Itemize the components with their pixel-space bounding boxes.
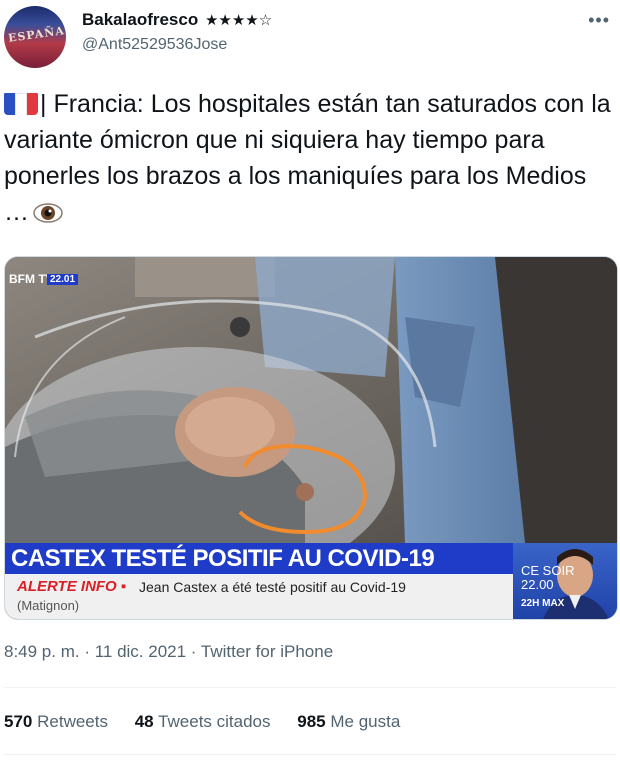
tweet-body: | Francia: Los hospitales están tan satu… bbox=[4, 90, 611, 226]
tweet-text: | Francia: Los hospitales están tan satu… bbox=[4, 86, 614, 230]
avatar[interactable]: ESPAÑA bbox=[4, 6, 66, 68]
promo-line-2: 22.00 bbox=[521, 577, 554, 592]
tweet-media-image[interactable]: BFM TV. 22.01 CASTEX TESTÉ POSITIF AU CO… bbox=[4, 256, 618, 620]
quote-tweets-stat[interactable]: 48 Tweets citados bbox=[135, 712, 271, 731]
headline-banner: CASTEX TESTÉ POSITIF AU COVID-19 bbox=[5, 543, 513, 574]
tweet-header: ESPAÑA Bakalaofresco ★★★★☆ @Ant52529536J… bbox=[4, 6, 612, 70]
likes-stat[interactable]: 985 Me gusta bbox=[297, 712, 400, 731]
channel-time: 22.01 bbox=[47, 274, 79, 285]
france-flag-icon bbox=[4, 91, 38, 115]
likes-label: Me gusta bbox=[330, 712, 401, 731]
name-badge: ★★★★☆ bbox=[204, 12, 273, 29]
tweet-stats: 570 Retweets 48 Tweets citados 985 Me gu… bbox=[4, 712, 422, 732]
quote-tweets-label: Tweets citados bbox=[158, 712, 271, 731]
user-handle[interactable]: @Ant52529536Jose bbox=[82, 36, 227, 54]
eye-icon bbox=[33, 203, 63, 223]
retweets-count: 570 bbox=[4, 712, 33, 731]
headline-text: CASTEX TESTÉ POSITIF AU COVID-19 bbox=[11, 545, 435, 572]
news-photo bbox=[5, 257, 617, 543]
display-name[interactable]: Bakalaofresco ★★★★☆ bbox=[82, 10, 272, 30]
tweet-timestamp[interactable]: 8:49 p. m. · 11 dic. 2021 · Twitter for … bbox=[4, 642, 333, 662]
promo-box: CE SOIR 22.00 22H MAX bbox=[513, 543, 617, 619]
likes-count: 985 bbox=[297, 712, 326, 731]
promo-line-3: 22H MAX bbox=[521, 598, 565, 609]
display-name-text: Bakalaofresco bbox=[82, 10, 199, 29]
avatar-text: ESPAÑA bbox=[7, 24, 66, 45]
channel-logo: BFM TV. 22.01 bbox=[9, 273, 79, 313]
retweets-label: Retweets bbox=[37, 712, 108, 731]
promo-line-1: CE SOIR bbox=[521, 563, 575, 578]
alert-label: ALERTE INFO ▪ bbox=[17, 578, 127, 595]
retweets-stat[interactable]: 570 Retweets bbox=[4, 712, 108, 731]
alert-message: Jean Castex a été testé positif au Covid… bbox=[139, 579, 406, 595]
divider bbox=[4, 687, 616, 688]
alert-banner: ALERTE INFO ▪ Jean Castex a été testé po… bbox=[5, 574, 513, 619]
divider bbox=[4, 754, 616, 755]
more-horizontal-icon[interactable]: ••• bbox=[588, 10, 610, 31]
alert-source: (Matignon) bbox=[17, 598, 80, 613]
quote-tweets-count: 48 bbox=[134, 712, 154, 731]
